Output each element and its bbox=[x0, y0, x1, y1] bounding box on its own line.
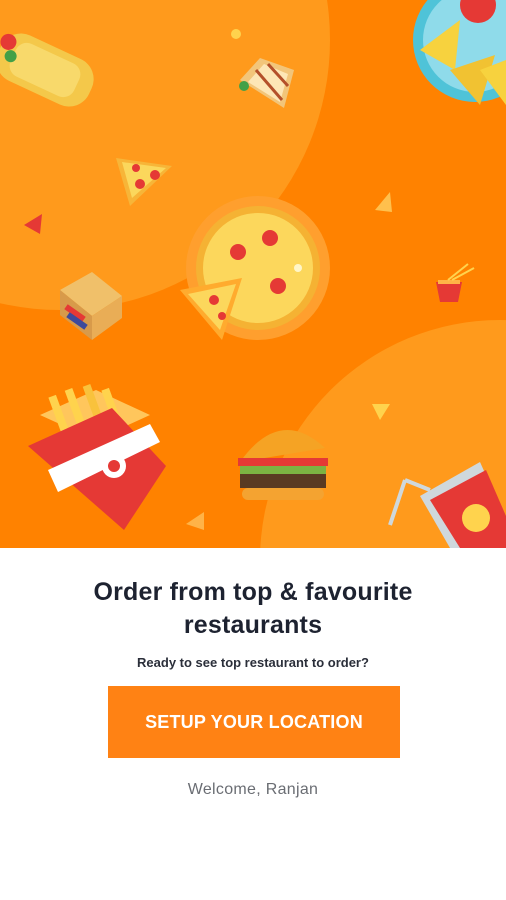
fries-icon bbox=[28, 383, 166, 530]
noodle-box-icon bbox=[436, 263, 475, 302]
setup-location-button[interactable]: SETUP YOUR LOCATION bbox=[108, 686, 400, 758]
burger-icon bbox=[238, 430, 328, 500]
food-illustration bbox=[0, 0, 506, 548]
onboarding-panel: Order from top & favourite restaurants R… bbox=[0, 548, 506, 900]
subtitle-text: Ready to see top restaurant to order? bbox=[137, 655, 369, 670]
hero-illustration bbox=[0, 0, 506, 548]
confetti-triangle bbox=[375, 192, 392, 212]
welcome-text: Welcome, Ranjan bbox=[187, 781, 319, 798]
confetti-dot bbox=[231, 29, 241, 39]
confetti-triangle bbox=[186, 512, 204, 530]
nachos-plate-icon bbox=[413, 0, 506, 105]
page-title: Order from top & favourite restaurants bbox=[93, 578, 413, 639]
